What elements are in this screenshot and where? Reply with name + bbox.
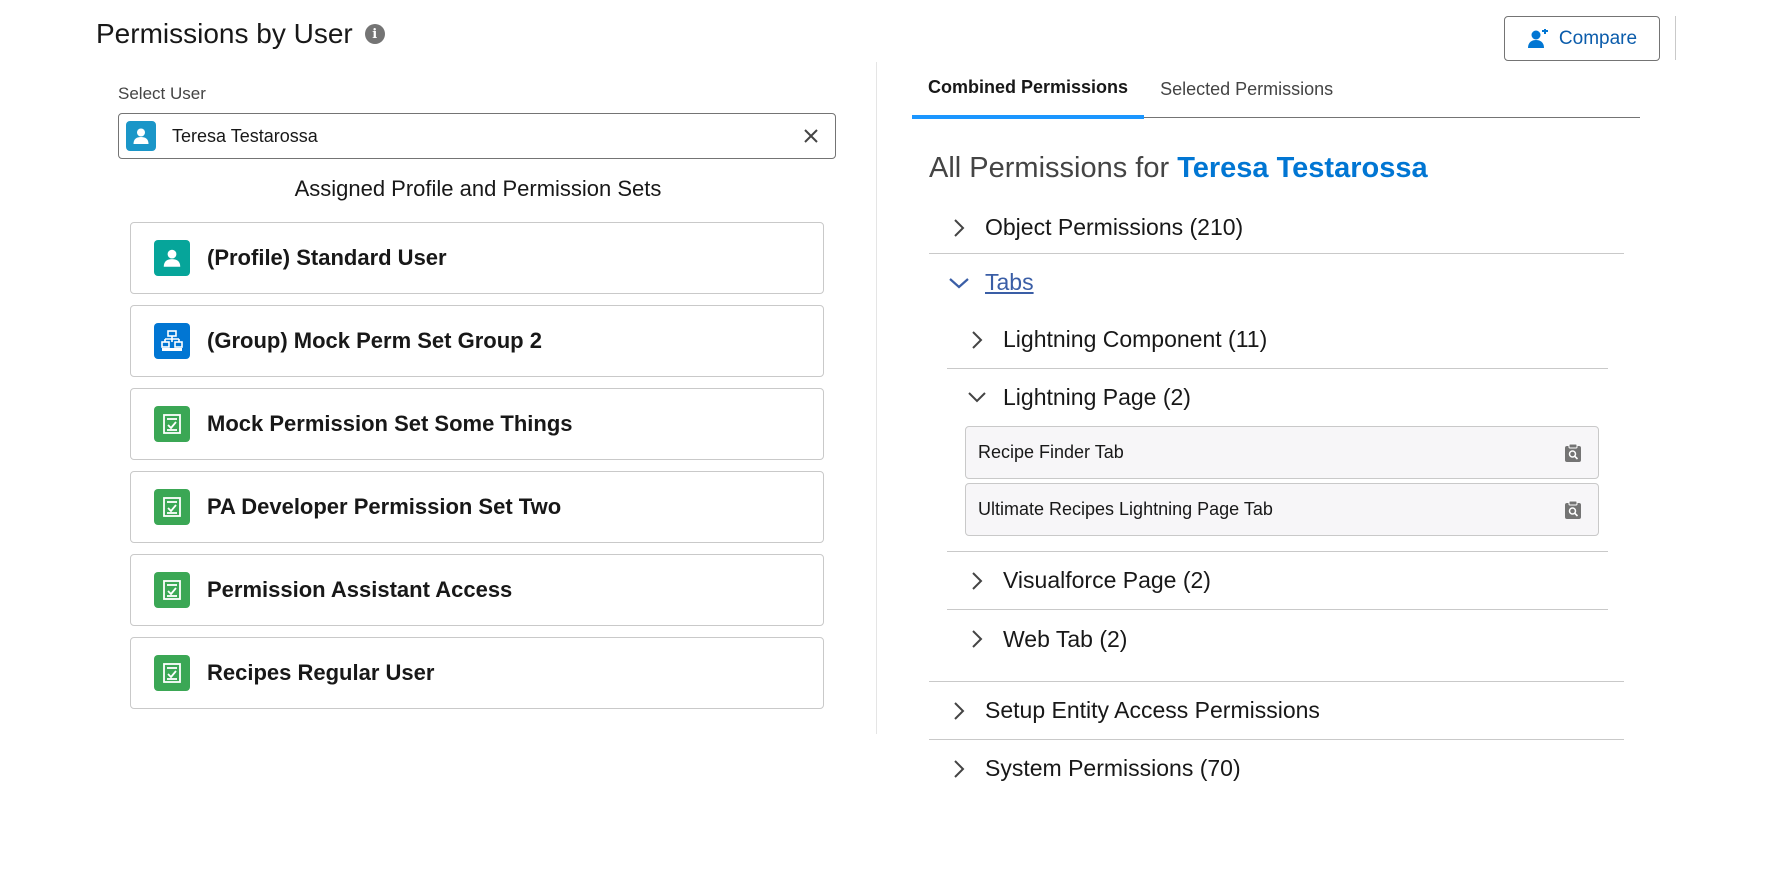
section-label: Object Permissions (210): [985, 214, 1244, 240]
assigned-item[interactable]: (Profile) Standard User: [130, 222, 824, 294]
assigned-heading: Assigned Profile and Permission Sets: [294, 176, 662, 201]
permission-set-icon: [154, 655, 190, 691]
permission-set-icon: [154, 489, 190, 525]
compare-label: Compare: [1558, 27, 1638, 49]
section-tabs[interactable]: Tabs: [929, 254, 1624, 311]
list-item-label: Ultimate Recipes Lightning Page Tab: [978, 499, 1273, 519]
tab-bar: Combined Permissions Selected Permission…: [912, 60, 1640, 119]
section-visualforce-page[interactable]: Visualforce Page (2): [947, 552, 1608, 609]
section-label: Visualforce Page (2): [1003, 567, 1211, 593]
chevron-right-icon: [945, 759, 973, 779]
assigned-item[interactable]: Recipes Regular User: [130, 637, 824, 709]
chevron-right-icon: [945, 701, 973, 721]
chevron-right-icon: [963, 629, 991, 649]
assigned-item[interactable]: PA Developer Permission Set Two: [130, 471, 824, 543]
assigned-item-label: (Profile) Standard User: [207, 245, 447, 270]
assigned-item-label: PA Developer Permission Set Two: [207, 494, 562, 519]
top-divider: [1675, 16, 1676, 60]
permissions-tree: Object Permissions (210) Tabs Lightning …: [929, 202, 1624, 797]
section-web-tab[interactable]: Web Tab (2): [947, 610, 1608, 668]
user-lookup-input[interactable]: Teresa Testarossa: [118, 113, 836, 159]
section-label: Setup Entity Access Permissions: [985, 697, 1320, 723]
assigned-item-label: Recipes Regular User: [207, 660, 435, 685]
selected-user-value: Teresa Testarossa: [172, 125, 318, 146]
section-label[interactable]: Tabs: [985, 269, 1034, 296]
section-label: Lightning Page (2): [1003, 383, 1191, 410]
panel-divider: [876, 62, 877, 734]
section-lightning-component[interactable]: Lightning Component (11): [947, 311, 1608, 368]
list-item-label: Recipe Finder Tab: [978, 442, 1124, 462]
select-user-label: Select User: [118, 84, 206, 103]
assigned-item-label: (Group) Mock Perm Set Group 2: [207, 328, 542, 353]
page-title: Permissions by User i: [96, 18, 385, 50]
all-permissions-title: All Permissions for Teresa Testarossa: [929, 152, 1428, 185]
chevron-right-icon: [963, 330, 991, 350]
user-icon: [154, 240, 190, 276]
clipboard-search-icon[interactable]: [1562, 442, 1584, 464]
user-avatar-icon: [126, 121, 156, 151]
chevron-down-icon: [945, 276, 973, 290]
page-title-text: Permissions by User: [96, 18, 353, 49]
permission-set-icon: [154, 572, 190, 608]
tab-selected-permissions[interactable]: Selected Permissions: [1144, 60, 1349, 118]
compare-button[interactable]: Compare: [1504, 16, 1660, 61]
all-permissions-prefix: All Permissions for: [929, 152, 1170, 184]
all-permissions-user: Teresa Testarossa: [1177, 152, 1428, 184]
clipboard-search-icon[interactable]: [1562, 499, 1584, 521]
tabs-children: Lightning Component (11) Lightning Page …: [947, 311, 1608, 668]
assigned-item-label: Mock Permission Set Some Things: [207, 411, 573, 436]
section-setup-entity-access[interactable]: Setup Entity Access Permissions: [929, 682, 1624, 739]
assigned-item[interactable]: Mock Permission Set Some Things: [130, 388, 824, 460]
list-item: Ultimate Recipes Lightning Page Tab: [965, 483, 1599, 536]
chevron-right-icon: [945, 218, 973, 238]
clear-icon[interactable]: [799, 124, 823, 148]
section-object-permissions[interactable]: Object Permissions (210): [929, 202, 1624, 253]
section-label: Lightning Component (11): [1003, 326, 1268, 352]
list-item: Recipe Finder Tab: [965, 426, 1599, 479]
assigned-list: (Profile) Standard User (Group) Mock Per…: [130, 222, 824, 720]
tab-combined-permissions[interactable]: Combined Permissions: [912, 60, 1145, 119]
assigned-item[interactable]: Permission Assistant Access: [130, 554, 824, 626]
hierarchy-icon: [154, 323, 190, 359]
section-label: Web Tab (2): [1003, 625, 1128, 652]
section-system-permissions[interactable]: System Permissions (70): [929, 740, 1624, 797]
left-panel: Select User Teresa Testarossa Assigned P…: [118, 84, 838, 709]
info-icon[interactable]: i: [364, 24, 385, 44]
lightning-page-items: Recipe Finder Tab Ultimate Recipes Light…: [947, 426, 1599, 536]
permission-set-icon: [154, 406, 190, 442]
assigned-item-label: Permission Assistant Access: [207, 577, 513, 602]
section-label: System Permissions (70): [985, 755, 1241, 781]
chevron-down-icon: [963, 391, 991, 403]
assigned-item[interactable]: (Group) Mock Perm Set Group 2: [130, 305, 824, 377]
section-lightning-page[interactable]: Lightning Page (2): [947, 369, 1608, 425]
user-compare-icon: [1527, 28, 1548, 48]
chevron-right-icon: [963, 571, 991, 591]
